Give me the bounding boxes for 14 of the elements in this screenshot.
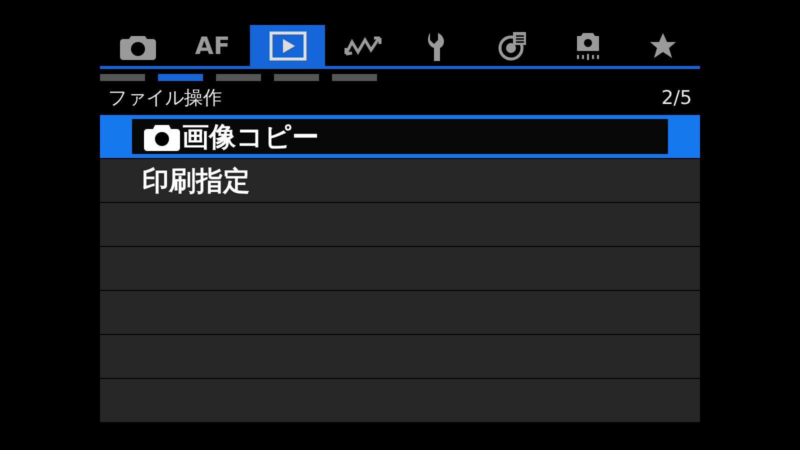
menu-item[interactable]: 印刷指定 — [100, 159, 700, 202]
menu-item-label: 印刷指定 — [142, 164, 250, 198]
page-number: 2/5 — [661, 87, 692, 109]
play-icon — [268, 30, 306, 60]
menu-item-label: 画像コピー — [182, 120, 319, 154]
tab-label: AF — [195, 32, 230, 60]
wave-icon — [342, 34, 382, 56]
menu-tab[interactable] — [250, 25, 325, 66]
dial-icon — [498, 30, 528, 60]
star-icon — [648, 32, 676, 60]
menu-tab[interactable]: AF — [175, 25, 250, 66]
menu-item[interactable]: 画像コピー — [100, 115, 700, 158]
section-title: ファイル操作 — [108, 86, 222, 111]
camera-icon — [144, 122, 180, 150]
